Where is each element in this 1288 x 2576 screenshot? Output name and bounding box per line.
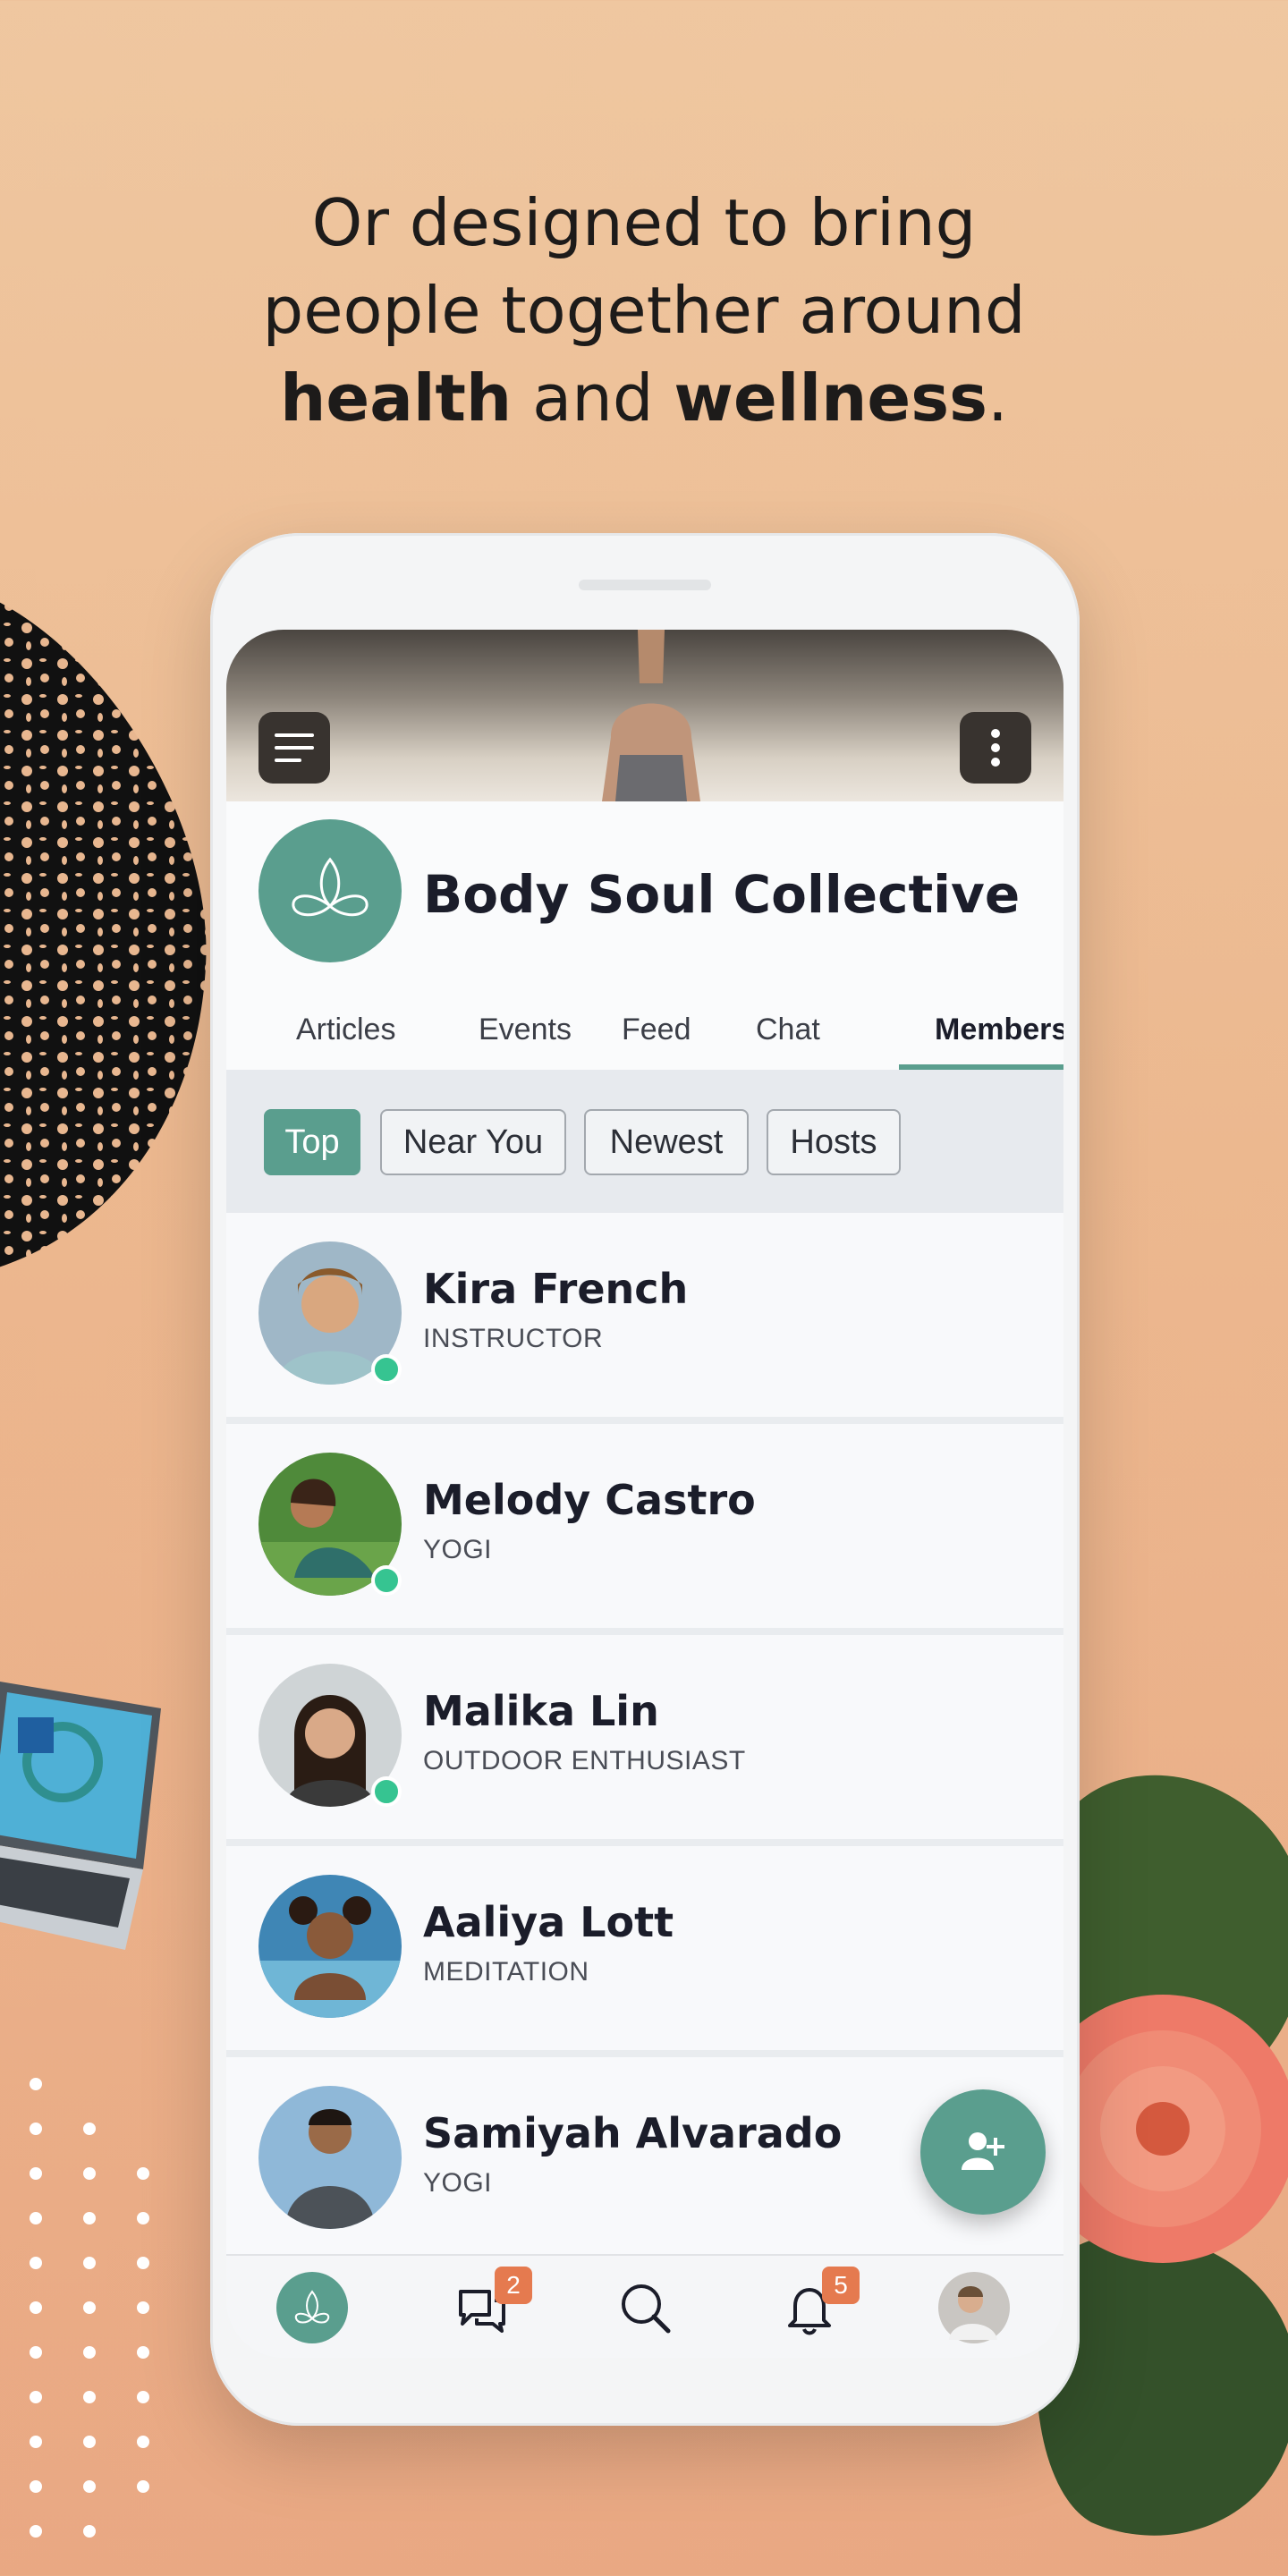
add-person-icon [962, 2132, 1004, 2170]
app-screen: Body Soul Collective Articles Events Fee… [226, 630, 1063, 2358]
filter-newest[interactable]: Newest [584, 1109, 749, 1175]
member-row[interactable]: Malika Lin OUTDOOR ENTHUSIAST [226, 1635, 1063, 1846]
tab-chat[interactable]: Chat [756, 1013, 820, 1047]
dots-decoration [30, 2078, 149, 2538]
community-home-icon [276, 2272, 348, 2343]
member-name: Aaliya Lott [423, 1898, 674, 1946]
section-tabs: Articles Events Feed Chat Members [226, 989, 1063, 1072]
online-status-dot [371, 1354, 402, 1385]
member-name: Melody Castro [423, 1476, 756, 1524]
tab-events[interactable]: Events [479, 1013, 572, 1047]
filter-hosts[interactable]: Hosts [767, 1109, 901, 1175]
nav-home[interactable] [276, 2272, 348, 2343]
filter-top[interactable]: Top [264, 1109, 360, 1175]
more-vertical-icon [991, 729, 1000, 767]
community-logo [258, 819, 402, 962]
nav-chat[interactable]: 2 [446, 2267, 532, 2343]
headline-period: . [987, 360, 1008, 436]
phone-speaker [579, 580, 711, 590]
nav-search[interactable] [609, 2272, 681, 2343]
invite-member-button[interactable] [920, 2089, 1046, 2215]
filter-near-you[interactable]: Near You [380, 1109, 566, 1175]
member-row[interactable]: Aaliya Lott MEDITATION [226, 1846, 1063, 2057]
search-icon [622, 2284, 671, 2334]
member-role: YOGI [423, 2168, 493, 2198]
community-header: Body Soul Collective Articles Events Fee… [226, 801, 1063, 1072]
lotus-logo-icon [292, 857, 369, 917]
member-filter-bar: Top Near You Newest Hosts [226, 1070, 1063, 1213]
headline-line-1: Or designed to bring [311, 185, 977, 260]
community-cover-image [226, 630, 1063, 801]
more-options-button[interactable] [960, 712, 1031, 784]
bottom-navigation: 2 5 [226, 2254, 1063, 2358]
member-role: MEDITATION [423, 1957, 589, 1987]
member-name: Malika Lin [423, 1687, 659, 1735]
profile-avatar [938, 2272, 1010, 2343]
member-role: OUTDOOR ENTHUSIAST [423, 1746, 746, 1775]
nav-notifications[interactable]: 5 [774, 2267, 860, 2343]
chat-badge: 2 [495, 2267, 532, 2304]
yoga-figure-image [602, 630, 700, 801]
member-role: INSTRUCTOR [423, 1324, 604, 1353]
member-name: Kira French [423, 1265, 689, 1313]
menu-icon [275, 733, 314, 762]
online-status-dot [371, 1565, 402, 1596]
avatar [258, 1875, 402, 2018]
menu-button[interactable] [258, 712, 330, 784]
member-name: Samiyah Alvarado [423, 2109, 843, 2157]
tab-articles[interactable]: Articles [296, 1013, 395, 1047]
avatar [258, 2086, 402, 2229]
headline-bold-health: health [280, 360, 513, 436]
headline-line-2: people together around [262, 273, 1026, 348]
online-status-dot [371, 1776, 402, 1807]
tab-members[interactable]: Members [935, 1013, 1063, 1047]
laptop-decoration [0, 1682, 161, 1950]
member-role: YOGI [423, 1535, 493, 1564]
member-row[interactable]: Melody Castro YOGI [226, 1424, 1063, 1635]
member-row[interactable]: Kira French INSTRUCTOR [226, 1213, 1063, 1424]
headline-line-3: health and wellness. [0, 354, 1288, 442]
phone-frame: Body Soul Collective Articles Events Fee… [210, 533, 1080, 2426]
marketing-headline: Or designed to bring people together aro… [0, 179, 1288, 442]
headline-and: and [512, 360, 674, 436]
nav-profile[interactable] [938, 2272, 1010, 2343]
community-title: Body Soul Collective [423, 864, 1021, 925]
leopard-pattern-decoration [0, 602, 207, 1267]
tab-feed[interactable]: Feed [622, 1013, 691, 1047]
headline-bold-wellness: wellness [674, 360, 987, 436]
notifications-badge: 5 [822, 2267, 860, 2304]
